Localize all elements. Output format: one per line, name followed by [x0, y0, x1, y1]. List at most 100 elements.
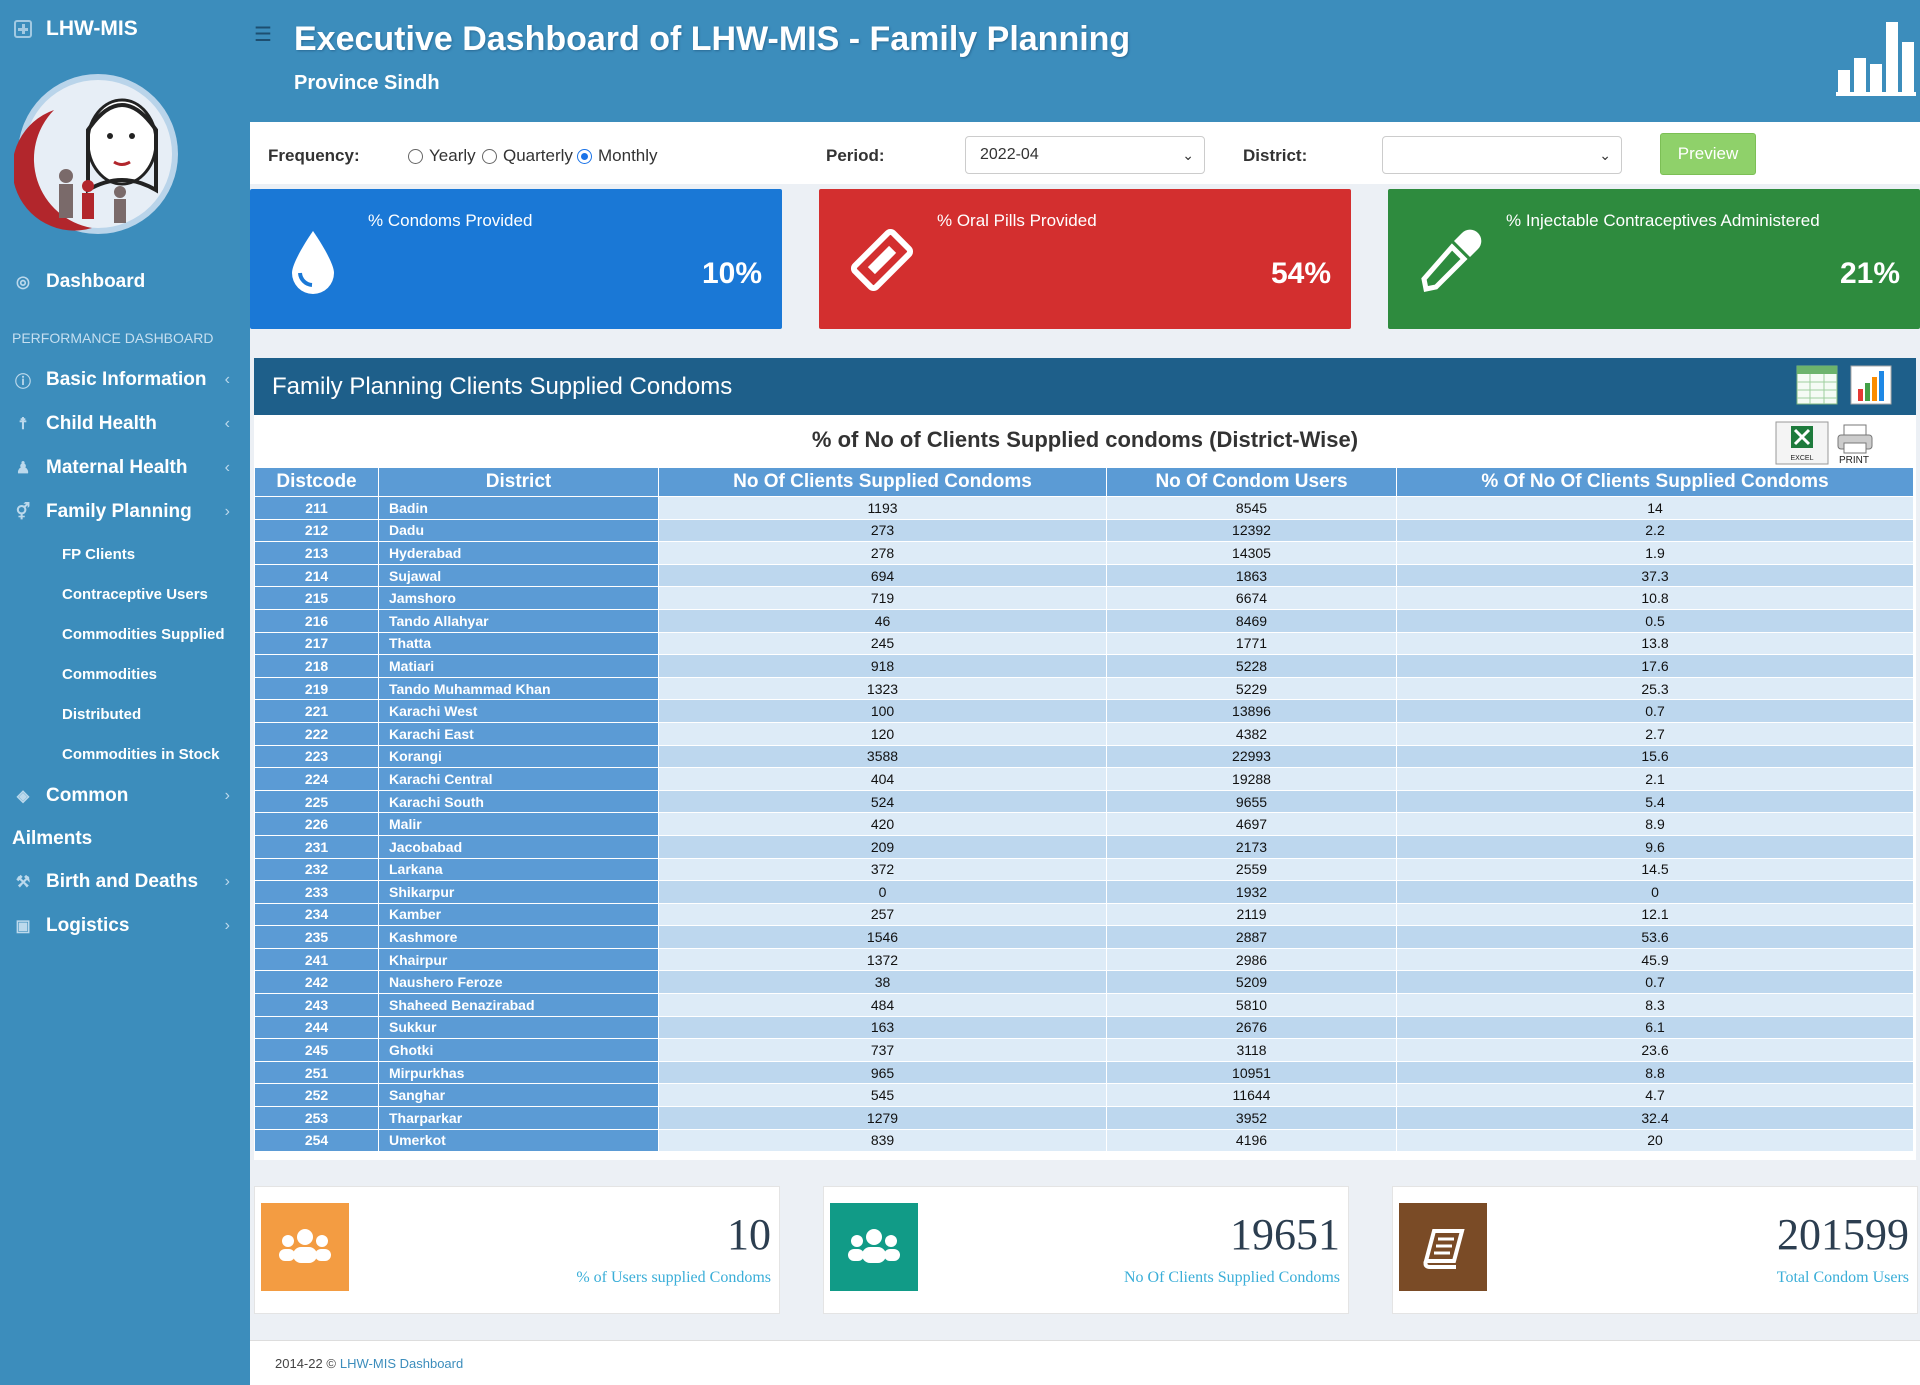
- cell-clients-supplied: 965: [658, 1060, 1107, 1085]
- cell-clients-supplied: 1372: [658, 947, 1107, 972]
- cell-condom-users: 2986: [1106, 947, 1397, 972]
- stat-box-total-users: 201599 Total Condom Users: [1392, 1186, 1918, 1314]
- cell-district: Umerkot: [378, 1128, 659, 1153]
- view-toggle: [1796, 365, 1892, 405]
- col-header-distcode[interactable]: Distcode: [254, 467, 379, 497]
- chevron-left-icon: ‹: [224, 415, 230, 432]
- sidebar-sub-commodities[interactable]: Commodities: [0, 654, 250, 694]
- radio-circle[interactable]: [408, 148, 423, 164]
- cell-condom-users: 9655: [1106, 789, 1397, 814]
- cell-clients-supplied: 694: [658, 563, 1107, 588]
- wrench-icon: ⚒: [15, 874, 31, 891]
- col-header-condom-users[interactable]: No Of Condom Users: [1106, 467, 1397, 497]
- sidebar-sub-fp-clients[interactable]: FP Clients: [0, 534, 250, 574]
- sidebar-sub-commodities-in-stock[interactable]: Commodities in Stock: [0, 734, 250, 774]
- radio-monthly[interactable]: Monthly: [577, 146, 658, 166]
- footer-link[interactable]: LHW-MIS Dashboard: [340, 1356, 463, 1371]
- sidebar-item-label: Dashboard: [46, 271, 146, 292]
- sidebar-item-ailments[interactable]: Ailments: [0, 818, 250, 860]
- table-row: 233 Shikarpur 0 1932 0: [254, 880, 1914, 904]
- district-select[interactable]: ⌄: [1382, 136, 1622, 174]
- sidebar-sub-contraceptive-users[interactable]: Contraceptive Users: [0, 574, 250, 614]
- mother-icon: ♟: [15, 460, 31, 477]
- cell-district: Tharparkar: [378, 1106, 659, 1130]
- chevron-right-icon: ›: [224, 787, 230, 804]
- period-select[interactable]: 2022-04 ⌄: [965, 136, 1205, 174]
- sidebar-item-birth-and-deaths[interactable]: ⚒ Birth and Deaths ›: [0, 860, 250, 904]
- cell-condom-users: 4697: [1106, 812, 1397, 836]
- sidebar-item-child-health[interactable]: ☨ Child Health ‹: [0, 402, 250, 446]
- top-header: ☰ Executive Dashboard of LHW-MIS - Famil…: [250, 0, 1920, 122]
- cell-percent: 20: [1396, 1128, 1914, 1153]
- kpi-label: % Condoms Provided: [368, 211, 533, 230]
- cell-condom-users: 14305: [1106, 541, 1397, 565]
- cell-district: Thatta: [378, 631, 659, 656]
- col-header-percent[interactable]: % Of No Of Clients Supplied Condoms: [1396, 467, 1914, 497]
- brand[interactable]: LHW-MIS: [0, 0, 250, 58]
- table-row: 211 Badin 1193 8545 14: [254, 496, 1914, 520]
- cell-condom-users: 1771: [1106, 631, 1397, 656]
- table-view-icon[interactable]: [1796, 365, 1838, 405]
- sidebar-item-common[interactable]: ◈ Common ›: [0, 774, 250, 818]
- kpi-value: 10%: [701, 257, 762, 290]
- sidebar-item-maternal-health[interactable]: ♟ Maternal Health ‹: [0, 446, 250, 490]
- cell-percent: 0.7: [1396, 699, 1914, 723]
- cell-district: Kamber: [378, 902, 659, 927]
- cell-percent: 2.7: [1396, 721, 1914, 746]
- radio-circle-selected[interactable]: [577, 148, 592, 164]
- cell-distcode: 231: [254, 834, 379, 859]
- cell-district: Ghotki: [378, 1038, 659, 1062]
- radio-label: Monthly: [598, 146, 658, 165]
- table-row: 231 Jacobabad 209 2173 9.6: [254, 834, 1914, 859]
- frequency-label: Frequency:: [268, 146, 360, 165]
- radio-yearly[interactable]: Yearly: [408, 146, 476, 166]
- print-button[interactable]: PRINT: [1830, 421, 1884, 466]
- sidebar-sub-distributed[interactable]: Distributed: [0, 694, 250, 734]
- cell-distcode: 211: [254, 496, 379, 520]
- cell-condom-users: 4196: [1106, 1128, 1397, 1153]
- excel-export-button[interactable]: EXCEL: [1775, 421, 1829, 465]
- cell-clients-supplied: 1279: [658, 1106, 1107, 1130]
- child-icon: ☨: [18, 416, 28, 433]
- book-icon: [1399, 1203, 1487, 1291]
- preview-button[interactable]: Preview: [1660, 133, 1756, 175]
- sidebar-item-dashboard[interactable]: ◎ Dashboard: [0, 260, 250, 304]
- radio-circle[interactable]: [482, 148, 497, 164]
- panel-title: Family Planning Clients Supplied Condoms: [272, 372, 733, 400]
- table-row: 244 Sukkur 163 2676 6.1: [254, 1015, 1914, 1040]
- cell-clients-supplied: 737: [658, 1038, 1107, 1062]
- stat-label: Total Condom Users: [1776, 1269, 1909, 1286]
- cell-district: Mirpurkhas: [378, 1060, 659, 1085]
- sidebar-item-logistics[interactable]: ▣ Logistics ›: [0, 904, 250, 948]
- cell-clients-supplied: 545: [658, 1083, 1107, 1108]
- cell-clients-supplied: 257: [658, 902, 1107, 927]
- cell-district: Karachi South: [378, 789, 659, 814]
- col-header-district[interactable]: District: [378, 467, 659, 497]
- cell-condom-users: 2173: [1106, 834, 1397, 859]
- cell-distcode: 241: [254, 947, 379, 972]
- cell-district: Tando Muhammad Khan: [378, 676, 659, 701]
- chevron-right-icon: ›: [224, 503, 230, 520]
- sidebar-item-label: Logistics: [46, 915, 130, 936]
- footer-copyright: 2014-22 ©: [275, 1355, 336, 1371]
- info-icon: ⓘ: [14, 374, 31, 391]
- table-row: 235 Kashmore 1546 2887 53.6: [254, 925, 1914, 949]
- cell-percent: 5.4: [1396, 789, 1914, 814]
- sidebar-item-family-planning[interactable]: ⚥ Family Planning ›: [0, 490, 250, 534]
- ticket-icon: [850, 228, 914, 292]
- menu-toggle-icon[interactable]: ☰: [254, 22, 272, 47]
- radio-quarterly[interactable]: Quarterly: [482, 146, 573, 166]
- cell-district: Karachi West: [378, 699, 659, 723]
- table-row: 252 Sanghar 545 11644 4.7: [254, 1083, 1914, 1108]
- sidebar-sub-commodities-supplied[interactable]: Commodities Supplied: [0, 614, 250, 654]
- col-header-clients-supplied[interactable]: No Of Clients Supplied Condoms: [658, 467, 1107, 497]
- sidebar-item-basic-information[interactable]: ⓘ Basic Information ‹: [0, 358, 250, 402]
- chart-view-icon[interactable]: [1850, 365, 1892, 405]
- cell-clients-supplied: 372: [658, 857, 1107, 882]
- cell-percent: 14: [1396, 496, 1914, 520]
- cell-condom-users: 11644: [1106, 1083, 1397, 1108]
- cell-district: Khairpur: [378, 947, 659, 972]
- footer: 2014-22 © LHW-MIS Dashboard: [250, 1340, 1920, 1385]
- cell-district: Tando Allahyar: [378, 608, 659, 633]
- cell-percent: 4.7: [1396, 1083, 1914, 1108]
